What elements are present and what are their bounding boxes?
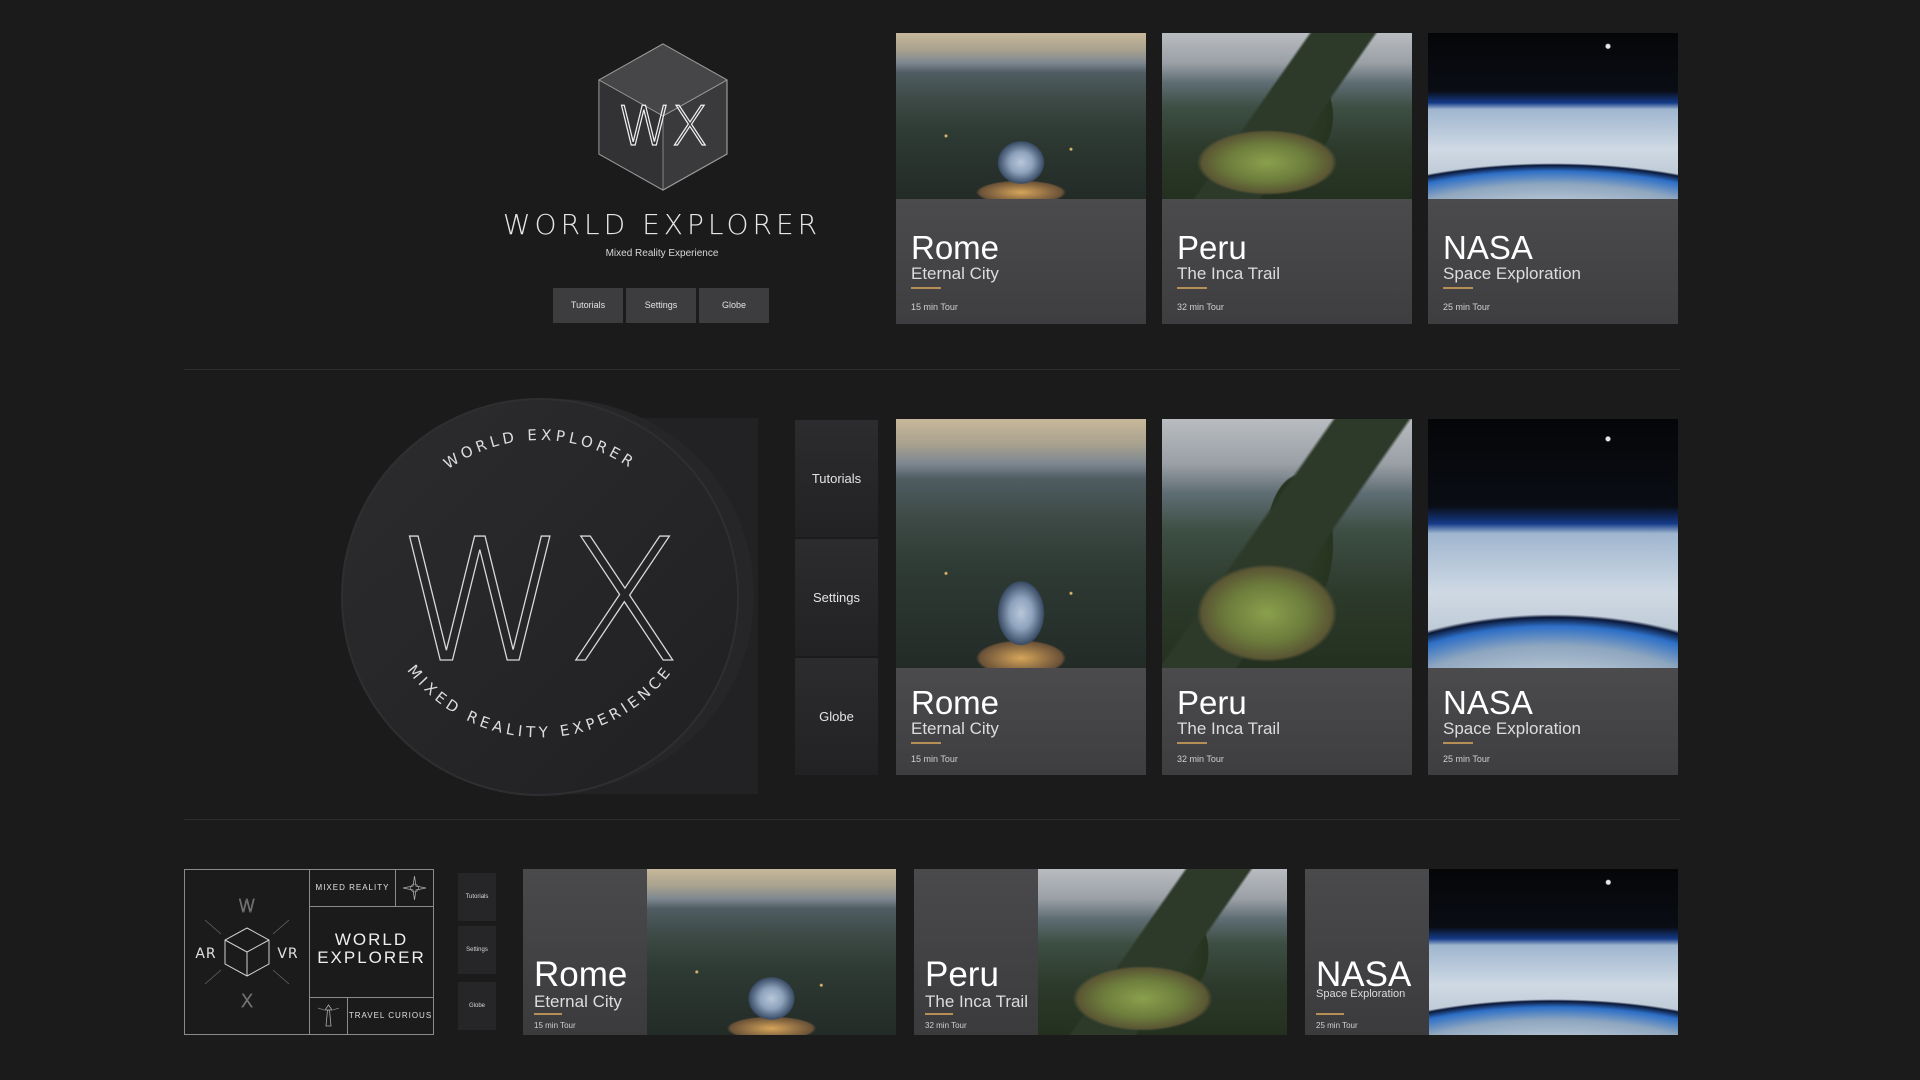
card-title: NASA	[1443, 229, 1533, 266]
card-subtitle: Space Exploration	[1443, 264, 1581, 283]
tutorials-side-button[interactable]: Tutorials	[795, 420, 878, 537]
disc-monogram: WX	[398, 503, 683, 701]
peru-photo	[1038, 869, 1287, 1035]
app-tagline: Mixed Reality Experience	[605, 248, 719, 259]
section-divider	[184, 819, 1680, 820]
tutorials-button[interactable]: Tutorials	[553, 288, 623, 323]
settings-side-button[interactable]: Settings	[795, 539, 878, 656]
card-duration: 25 min Tour	[1316, 1021, 1358, 1030]
globe-side-button[interactable]: Globe	[795, 658, 878, 775]
card-subtitle: Eternal City	[534, 992, 622, 1011]
rome-photo	[896, 419, 1146, 668]
card-subtitle: Space Exploration	[1443, 719, 1581, 738]
grid-star-cell	[395, 869, 434, 907]
disc-logo-block: WORLD EXPLORER MIXED REALITY EXPERIENCE …	[322, 398, 758, 796]
card-subtitle: The Inca Trail	[1177, 719, 1280, 738]
card-rule	[1443, 287, 1473, 289]
section-divider	[184, 369, 1680, 370]
card-rule	[925, 1013, 953, 1015]
card-meta: NASA Space Exploration 25 min Tour	[1428, 199, 1678, 324]
wx-disc-logo: WORLD EXPLORER MIXED REALITY EXPERIENCE …	[341, 398, 758, 796]
card-duration: 15 min Tour	[911, 302, 958, 312]
tutorials-mini-button[interactable]: Tutorials	[458, 873, 496, 921]
card-meta: NASA Space Exploration 25 min Tour	[1428, 668, 1678, 775]
card-meta: Rome Eternal City 15 min Tour	[523, 869, 647, 1035]
peru-photo	[1162, 33, 1412, 199]
card-duration: 32 min Tour	[925, 1021, 967, 1030]
card-meta: Peru The Inca Trail 32 min Tour	[1162, 668, 1412, 775]
grid-bottom-cell: TRAVEL CURIOUS	[347, 997, 434, 1035]
grid-bottom-label: TRAVEL CURIOUS	[348, 1011, 433, 1020]
grid-center-line2: EXPLORER	[317, 948, 426, 967]
card-meta: Peru The Inca Trail 32 min Tour	[914, 869, 1038, 1035]
card-title: Peru	[1177, 684, 1247, 721]
card-subtitle: The Inca Trail	[925, 992, 1028, 1011]
card-subtitle: Eternal City	[911, 719, 999, 738]
tour-card-rome-large[interactable]: Rome Eternal City 15 min Tour	[896, 419, 1146, 775]
card-duration: 25 min Tour	[1443, 302, 1490, 312]
grid-right-label: VR	[277, 946, 298, 962]
card-title: Rome	[911, 684, 1000, 721]
grid-top-glyph: W	[238, 896, 256, 917]
card-duration: 32 min Tour	[1177, 754, 1224, 764]
settings-button[interactable]: Settings	[626, 288, 696, 323]
lighthouse-icon	[317, 1004, 340, 1027]
card-duration: 15 min Tour	[911, 754, 958, 764]
card-rule	[911, 287, 941, 289]
isometric-cube-icon: W X AR VR	[195, 896, 298, 1013]
globe-button[interactable]: Globe	[699, 288, 769, 323]
card-rule	[1177, 742, 1207, 744]
grid-lighthouse-cell	[309, 997, 348, 1035]
nasa-photo	[1428, 419, 1678, 668]
card-meta: Rome Eternal City 15 min Tour	[896, 199, 1146, 324]
settings-mini-button[interactable]: Settings	[458, 926, 496, 974]
brand-grid-logo: MIXED REALITY WORLD EXPLORER TRAVEL CURI…	[184, 869, 434, 1035]
nasa-photo	[1428, 33, 1678, 199]
card-meta: NASA Space Exploration 25 min Tour	[1305, 869, 1429, 1035]
card-duration: 15 min Tour	[534, 1021, 576, 1030]
card-subtitle: The Inca Trail	[1177, 264, 1280, 283]
peru-photo	[1162, 419, 1412, 668]
globe-mini-button[interactable]: Globe	[458, 982, 496, 1030]
grid-top-label: MIXED REALITY	[315, 883, 390, 892]
card-title: NASA	[1316, 955, 1412, 994]
card-meta: Peru The Inca Trail 32 min Tour	[1162, 199, 1412, 324]
tour-card-rome-wide[interactable]: Rome Eternal City 15 min Tour	[523, 869, 896, 1035]
card-title: Peru	[925, 955, 999, 994]
grid-top-cell: MIXED REALITY	[309, 869, 396, 907]
app-title: WORLD EXPLORER	[502, 208, 822, 241]
tour-card-peru[interactable]: Peru The Inca Trail 32 min Tour	[1162, 33, 1412, 324]
grid-left-label: AR	[195, 946, 216, 962]
tour-card-peru-wide[interactable]: Peru The Inca Trail 32 min Tour	[914, 869, 1287, 1035]
card-rule	[911, 742, 941, 744]
card-title: NASA	[1443, 684, 1533, 721]
grid-center-cell: WORLD EXPLORER	[309, 906, 434, 998]
card-rule	[1443, 742, 1473, 744]
card-subtitle: Space Exploration	[1316, 988, 1406, 1000]
grid-bottom-glyph: X	[241, 991, 253, 1012]
card-subtitle: Eternal City	[911, 264, 999, 283]
compass-star-icon	[402, 875, 427, 901]
grid-center-line1: WORLD	[334, 930, 409, 949]
rome-photo	[896, 33, 1146, 199]
card-title: Rome	[911, 229, 1000, 266]
nasa-photo	[1429, 869, 1678, 1035]
tour-card-nasa-wide[interactable]: NASA Space Exploration 25 min Tour	[1305, 869, 1678, 1035]
card-rule	[1316, 1013, 1344, 1015]
tour-card-nasa[interactable]: NASA Space Exploration 25 min Tour	[1428, 33, 1678, 324]
tour-card-nasa-large[interactable]: NASA Space Exploration 25 min Tour	[1428, 419, 1678, 775]
rome-photo	[647, 869, 896, 1035]
card-rule	[1177, 287, 1207, 289]
card-title: Rome	[534, 955, 628, 994]
card-meta: Rome Eternal City 15 min Tour	[896, 668, 1146, 775]
card-duration: 25 min Tour	[1443, 754, 1490, 764]
card-title: Peru	[1177, 229, 1247, 266]
tour-card-rome[interactable]: Rome Eternal City 15 min Tour	[896, 33, 1146, 324]
cube-monogram: WX	[618, 95, 708, 158]
card-duration: 32 min Tour	[1177, 302, 1224, 312]
tour-card-peru-large[interactable]: Peru The Inca Trail 32 min Tour	[1162, 419, 1412, 775]
wx-cube-logo: WX	[598, 43, 728, 191]
card-rule	[534, 1013, 562, 1015]
